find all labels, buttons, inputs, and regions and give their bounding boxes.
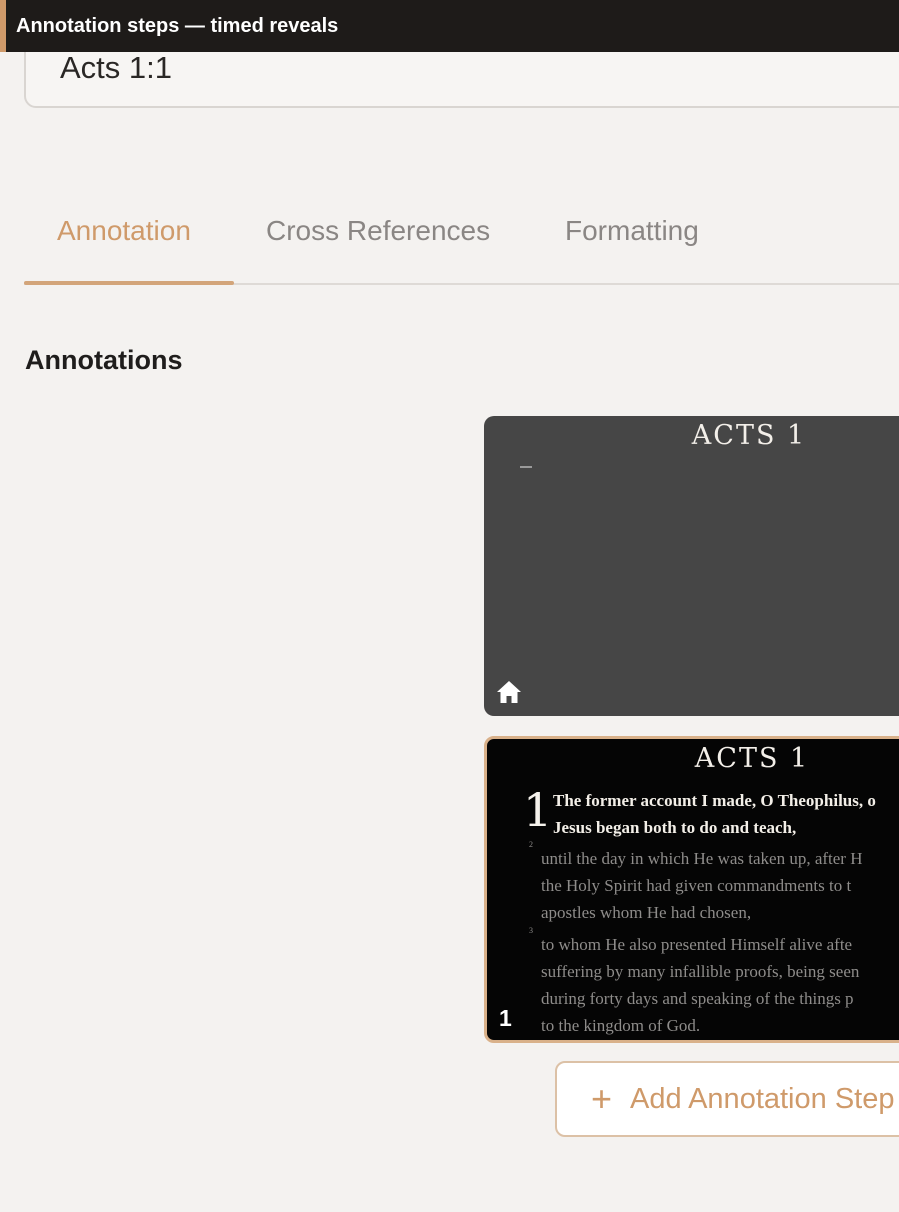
annotation-card-step-1[interactable]: ACTS 1 1 The former account I made, O Th… <box>484 736 899 1043</box>
verse-line: during forty days and speaking of the th… <box>541 989 854 1008</box>
verse-line: to whom He also presented Himself alive … <box>541 935 853 954</box>
verse-line: apostles whom He had chosen, <box>541 903 752 922</box>
card-title: ACTS 1 <box>691 420 807 451</box>
verse-line: until the day in which He was taken up, … <box>541 849 863 868</box>
add-annotation-step-button[interactable]: + Add Annotation Step <box>555 1061 899 1137</box>
tab-formatting[interactable]: Formatting <box>565 215 699 247</box>
section-title: Annotations <box>25 345 183 375</box>
tab-annotation[interactable]: Annotation <box>57 215 191 247</box>
verse-line: The former account I made, O Theophilus,… <box>553 791 876 810</box>
verse-number: 1 <box>523 783 553 837</box>
add-annotation-step-label: Add Annotation Step <box>630 1082 895 1115</box>
verse-line: the Holy Spirit had given commandments t… <box>541 876 852 895</box>
window-title-bar: Annotation steps — timed reveals <box>0 0 899 52</box>
verse-superscript: 2 <box>529 840 533 849</box>
verse-line: Jesus began both to do and teach, <box>553 818 797 837</box>
active-tab-indicator <box>24 281 234 285</box>
tab-cross-references[interactable]: Cross References <box>266 215 490 247</box>
placeholder-dash <box>520 466 532 468</box>
step-number-badge: 1 <box>499 1005 512 1031</box>
verse-line: suffering by many infallible proofs, bei… <box>541 962 860 981</box>
home-icon <box>497 681 521 703</box>
annotation-card-home[interactable]: ACTS 1 <box>484 416 899 716</box>
verse-line: to the kingdom of God. <box>541 1016 701 1035</box>
tab-bar: Annotation Cross References Formatting <box>24 205 899 285</box>
verse-superscript: 3 <box>529 926 533 935</box>
card-title: ACTS 1 <box>694 743 810 774</box>
reference-value: Acts 1:1 <box>60 50 172 85</box>
plus-icon: + <box>591 1078 613 1119</box>
window-title: Annotation steps — timed reveals <box>16 15 339 37</box>
